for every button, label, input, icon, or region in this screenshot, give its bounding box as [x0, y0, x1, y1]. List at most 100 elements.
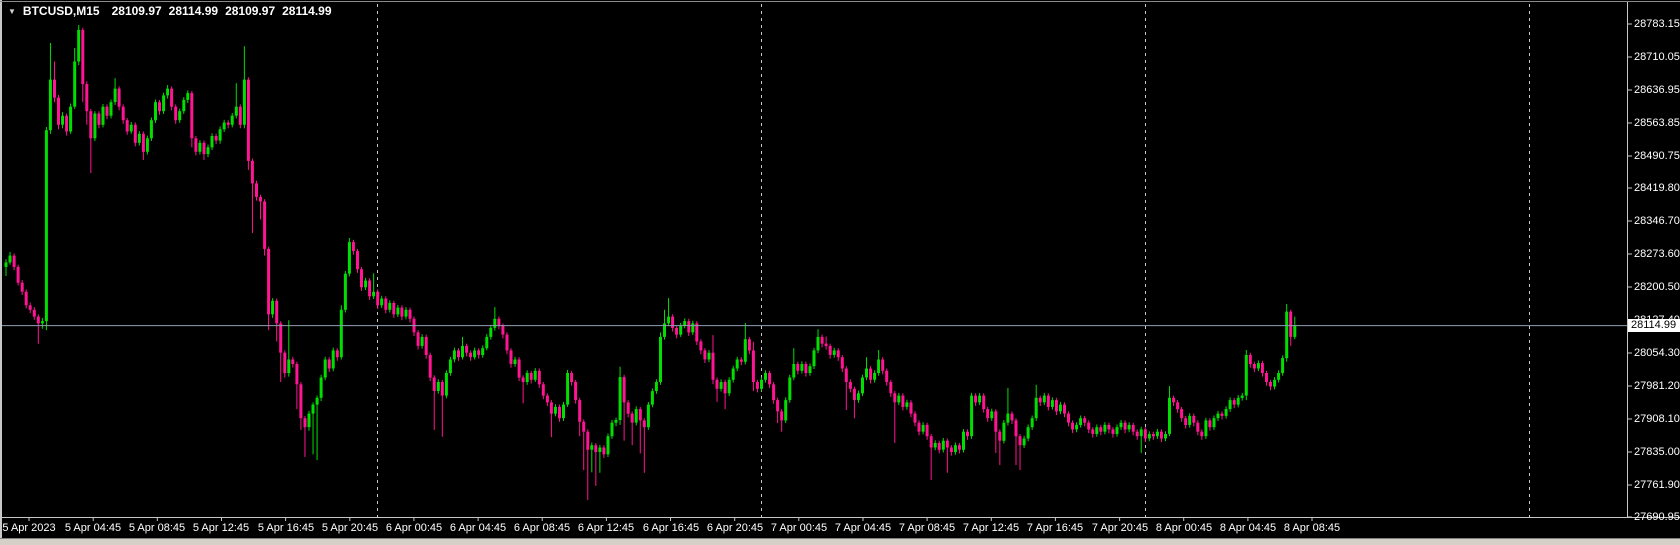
candle-body	[8, 255, 12, 263]
candle-body	[36, 316, 40, 324]
candle-body	[852, 388, 856, 401]
price-axis-label: 27981.20	[1634, 380, 1680, 392]
candle-body	[465, 345, 469, 353]
quote-high: 28114.99	[168, 4, 219, 18]
candle-body	[610, 422, 614, 437]
window-bottom-edge	[0, 538, 1680, 545]
candle-body	[283, 352, 287, 373]
time-axis-label: 6 Apr 00:45	[385, 522, 443, 534]
candle-body	[945, 440, 949, 448]
candle-body	[784, 400, 788, 421]
candle-body	[1115, 427, 1119, 434]
candle-body	[1200, 431, 1204, 437]
window-left-edge	[0, 0, 2, 545]
candle-body	[392, 303, 396, 315]
candle-body	[469, 352, 473, 358]
candle-body	[545, 395, 549, 403]
candle-body	[1176, 402, 1180, 410]
candle-body	[1103, 424, 1107, 432]
candle-body	[12, 255, 16, 267]
candle-body	[174, 106, 178, 121]
time-axis-label: 5 Apr 04:45	[64, 522, 122, 534]
candle-body	[832, 350, 836, 355]
candle-body	[812, 350, 816, 367]
price-axis-label: 28636.95	[1634, 84, 1680, 96]
candle-body	[178, 111, 182, 121]
candle-body	[28, 305, 32, 310]
time-axis-label: 5 Apr 16:45	[257, 522, 315, 534]
candle-body	[388, 303, 392, 310]
candle-body	[69, 106, 73, 132]
candle-body	[424, 336, 428, 355]
candle-body	[598, 447, 602, 452]
candle-body	[703, 350, 707, 360]
candle-body	[53, 79, 56, 98]
chart-title: ▼ BTCUSD,M15 28109.97 28114.99 28109.97 28114…	[8, 4, 339, 18]
candle-body	[489, 327, 493, 337]
candle-body	[804, 364, 808, 373]
candle-body	[457, 350, 460, 358]
candle-body	[93, 113, 97, 139]
candle-body	[1018, 436, 1022, 446]
time-axis-label: 6 Apr 08:45	[513, 522, 571, 534]
time-axis-label: 5 Apr 12:45	[192, 522, 250, 534]
candle-body	[158, 102, 161, 112]
candle-body	[517, 359, 521, 378]
candle-body	[582, 421, 586, 432]
candle-body	[190, 93, 194, 139]
candle-body	[905, 402, 909, 407]
symbol-timeframe: BTCUSD,M15	[22, 4, 100, 18]
symbol-dropdown-icon[interactable]: ▼	[8, 7, 16, 16]
candle-body	[186, 93, 190, 100]
candle-body	[537, 370, 541, 385]
candle-body	[166, 88, 170, 96]
price-axis-label: 28054.30	[1634, 347, 1680, 359]
candle-body	[553, 406, 557, 414]
candle-body	[271, 300, 275, 315]
candle-body	[691, 323, 695, 333]
candle-body	[1269, 382, 1272, 387]
candle-body	[145, 138, 149, 152]
candle-body	[1063, 404, 1066, 414]
candle-body	[133, 124, 137, 143]
candle-body	[1006, 413, 1010, 423]
candle-body	[760, 379, 763, 389]
candle-body	[242, 79, 246, 125]
candle-body	[630, 413, 634, 423]
candle-body	[820, 336, 824, 344]
candle-body	[1224, 409, 1228, 416]
candlestick-plot[interactable]	[0, 0, 1680, 545]
candle-body	[73, 61, 77, 107]
candle-body	[881, 359, 885, 371]
candle-body	[755, 382, 759, 389]
candle-body	[917, 422, 921, 432]
price-axis-label: 28490.75	[1634, 150, 1680, 162]
candle-body	[1252, 364, 1256, 369]
price-axis-label: 27761.90	[1634, 479, 1680, 491]
time-axis-label: 6 Apr 04:45	[449, 522, 507, 534]
candle-body	[198, 142, 202, 152]
time-axis-label: 5 Apr 08:45	[128, 522, 186, 534]
candle-body	[1289, 311, 1293, 337]
candle-body	[638, 409, 642, 421]
candle-body	[319, 377, 323, 398]
candle-body	[234, 106, 238, 116]
price-axis-label: 27835.00	[1634, 446, 1680, 458]
candle-body	[707, 352, 711, 360]
time-axis-label: 8 Apr 00:45	[1155, 522, 1213, 534]
candle-body	[743, 339, 747, 362]
candle-body	[493, 318, 497, 328]
candle-body	[420, 336, 424, 346]
candle-body	[828, 345, 832, 355]
candle-body	[646, 404, 650, 428]
candle-body	[893, 393, 897, 403]
candle-body	[869, 368, 873, 380]
price-axis-label: 28200.50	[1634, 281, 1680, 293]
current-price-tag: 28114.99	[1628, 319, 1680, 332]
candle-body	[949, 447, 953, 452]
price-axis-label: 28346.70	[1634, 215, 1680, 227]
candle-body	[263, 201, 267, 249]
candle-body	[699, 341, 703, 351]
candle-body	[683, 321, 687, 326]
candle-body	[1192, 415, 1196, 423]
